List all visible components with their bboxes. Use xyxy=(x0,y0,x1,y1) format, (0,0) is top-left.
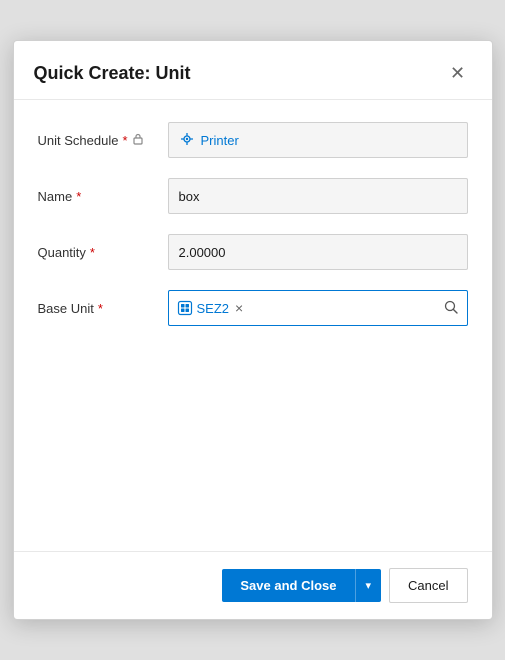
quantity-row: Quantity * xyxy=(38,232,468,272)
name-required: * xyxy=(76,189,81,204)
dialog-footer: Save and Close ▾ Cancel xyxy=(14,551,492,619)
unit-schedule-required: * xyxy=(122,133,127,148)
unit-schedule-row: Unit Schedule * xyxy=(38,120,468,160)
unit-schedule-value: Printer xyxy=(168,122,468,158)
save-button-group: Save and Close ▾ xyxy=(222,569,381,603)
base-unit-label: Base Unit * xyxy=(38,301,168,316)
cancel-button[interactable]: Cancel xyxy=(389,568,467,603)
quantity-required: * xyxy=(90,245,95,260)
dialog-title: Quick Create: Unit xyxy=(34,63,191,84)
name-field xyxy=(168,178,468,214)
name-label: Name * xyxy=(38,189,168,204)
base-unit-tag: SEZ2 × xyxy=(177,300,244,316)
quick-create-dialog: Quick Create: Unit ✕ Unit Schedule * xyxy=(13,40,493,620)
base-unit-remove[interactable]: × xyxy=(235,301,243,315)
unit-schedule-link[interactable]: Printer xyxy=(201,133,239,148)
close-icon: ✕ xyxy=(450,64,465,82)
quantity-field xyxy=(168,234,468,270)
base-unit-icon xyxy=(177,300,193,316)
lookup-search-icon[interactable] xyxy=(443,299,459,318)
unit-schedule-icon xyxy=(179,131,195,150)
lock-icon xyxy=(132,133,144,148)
base-unit-field: SEZ2 × xyxy=(168,290,468,326)
save-and-close-button[interactable]: Save and Close xyxy=(222,569,354,603)
dialog-body: Unit Schedule * xyxy=(14,100,492,551)
close-button[interactable]: ✕ xyxy=(444,59,472,87)
base-unit-row: Base Unit * xyxy=(38,288,468,328)
unit-schedule-field: Printer xyxy=(168,122,468,158)
unit-schedule-label: Unit Schedule * xyxy=(38,133,168,148)
dialog-header: Quick Create: Unit ✕ xyxy=(14,41,492,100)
base-unit-value: SEZ2 xyxy=(197,301,230,316)
name-input[interactable] xyxy=(168,178,468,214)
save-dropdown-button[interactable]: ▾ xyxy=(355,569,382,603)
name-row: Name * xyxy=(38,176,468,216)
quantity-label: Quantity * xyxy=(38,245,168,260)
base-unit-required: * xyxy=(98,301,103,316)
base-unit-lookup[interactable]: SEZ2 × xyxy=(168,290,468,326)
quantity-input[interactable] xyxy=(168,234,468,270)
chevron-down-icon: ▾ xyxy=(366,579,372,592)
